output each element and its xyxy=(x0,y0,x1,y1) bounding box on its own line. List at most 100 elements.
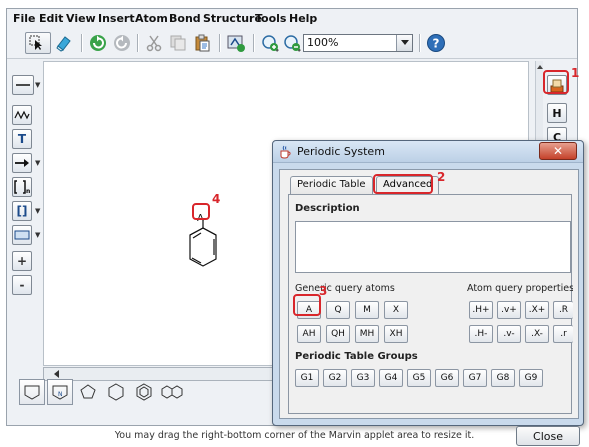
template-pentagon-down[interactable] xyxy=(19,379,45,405)
cut-button[interactable] xyxy=(143,32,165,54)
group-g5[interactable]: G5 xyxy=(407,369,431,387)
menu-bond[interactable]: Bond xyxy=(169,12,201,25)
query-atom-ah[interactable]: AH xyxy=(297,325,321,343)
zoom-in-button[interactable] xyxy=(259,32,281,54)
template-pentagon-n[interactable]: N xyxy=(47,379,73,405)
query-atom-m-label: M xyxy=(363,305,371,315)
clean-2d-button[interactable] xyxy=(225,32,247,54)
query-atom-m[interactable]: M xyxy=(355,301,379,319)
group-g2[interactable]: G2 xyxy=(323,369,347,387)
eraser-button[interactable] xyxy=(53,32,75,54)
zoom-in-icon xyxy=(262,35,279,52)
text-tool[interactable]: T xyxy=(12,129,32,149)
template-naphthalene[interactable] xyxy=(159,379,185,405)
query-prop-r[interactable]: .R xyxy=(553,301,573,319)
group-g8-label: G8 xyxy=(496,373,510,383)
hexagon-icon xyxy=(108,383,124,401)
redo-button[interactable] xyxy=(111,32,133,54)
description-label: Description xyxy=(295,203,360,214)
zoom-out-button[interactable] xyxy=(281,32,303,54)
single-bond-tool[interactable] xyxy=(12,75,34,95)
undo-icon xyxy=(90,35,106,51)
menu-view[interactable]: View xyxy=(66,12,96,25)
description-box xyxy=(295,221,571,273)
redo-icon xyxy=(114,35,130,51)
query-atom-x-label: X xyxy=(392,305,400,315)
reaction-arrow-tool[interactable] xyxy=(12,153,32,173)
menu-atom[interactable]: Atom xyxy=(135,12,168,25)
group-g4[interactable]: G4 xyxy=(379,369,403,387)
group-g6[interactable]: G6 xyxy=(435,369,459,387)
query-atom-ah-label: AH xyxy=(302,329,316,339)
decrease-charge-button[interactable]: - xyxy=(12,275,32,295)
group-g6-label: G6 xyxy=(440,373,454,383)
sgroup-bracket-tool[interactable]: n xyxy=(12,177,32,197)
scissors-icon xyxy=(146,35,162,52)
close-icon[interactable]: ✕ xyxy=(539,142,577,160)
java-cup-icon xyxy=(280,145,291,159)
menu-edit[interactable]: Edit xyxy=(39,12,63,25)
dialog-title-bar[interactable]: Periodic System ✕ xyxy=(273,141,583,163)
menu-help[interactable]: Help xyxy=(289,12,317,25)
group-g1-label: G1 xyxy=(300,373,314,383)
naphthalene-icon xyxy=(161,385,183,399)
query-atom-xh[interactable]: XH xyxy=(384,325,408,343)
chevron-down-icon[interactable]: ▼ xyxy=(35,231,40,239)
select-tool-button[interactable] xyxy=(25,32,51,54)
rectangle-icon xyxy=(14,230,30,240)
tab-periodic-table[interactable]: Periodic Table xyxy=(290,176,373,194)
query-prop-r-small[interactable]: .r xyxy=(553,325,573,343)
clean-structure-icon xyxy=(227,35,245,52)
group-g9[interactable]: G9 xyxy=(519,369,543,387)
h-atom-label: H xyxy=(552,106,562,120)
help-button[interactable]: ? xyxy=(425,32,447,54)
chain-tool[interactable] xyxy=(12,105,32,125)
query-atom-q[interactable]: Q xyxy=(326,301,350,319)
menu-file[interactable]: File xyxy=(13,12,36,25)
callout-box-3 xyxy=(293,294,321,316)
zoom-value: 100% xyxy=(307,36,339,49)
query-atom-mh[interactable]: MH xyxy=(355,325,379,343)
query-prop-v-minus-label: .v- xyxy=(503,329,515,339)
query-prop-x-plus[interactable]: .X+ xyxy=(525,301,549,319)
query-prop-x-minus[interactable]: .X- xyxy=(525,325,549,343)
group-g3[interactable]: G3 xyxy=(351,369,375,387)
menu-tools[interactable]: Tools xyxy=(255,12,286,25)
h-atom-button[interactable]: H xyxy=(547,103,567,123)
zoom-select[interactable]: 100% xyxy=(303,34,413,52)
group-g1[interactable]: G1 xyxy=(295,369,319,387)
group-g3-label: G3 xyxy=(356,373,370,383)
undo-button[interactable] xyxy=(87,32,109,54)
query-prop-h-plus[interactable]: .H+ xyxy=(469,301,493,319)
query-prop-v-plus[interactable]: .v+ xyxy=(497,301,521,319)
callout-box-2 xyxy=(373,174,433,194)
chain-icon xyxy=(14,110,30,120)
rectangle-tool[interactable] xyxy=(12,225,32,245)
group-g8[interactable]: G8 xyxy=(491,369,515,387)
menu-structure[interactable]: Structure xyxy=(203,12,262,25)
template-cyclopentane[interactable] xyxy=(75,379,101,405)
group-g7[interactable]: G7 xyxy=(463,369,487,387)
group-g5-label: G5 xyxy=(412,373,426,383)
template-toolbar: N xyxy=(19,377,239,407)
bracket-tool[interactable]: [] xyxy=(12,201,32,221)
increase-charge-button[interactable]: + xyxy=(12,251,32,271)
query-prop-r-small-label: .r xyxy=(560,329,567,339)
template-cyclohexane[interactable] xyxy=(103,379,129,405)
query-prop-v-minus[interactable]: .v- xyxy=(497,325,521,343)
chevron-down-icon[interactable] xyxy=(396,35,412,51)
arrow-right-icon xyxy=(15,159,29,167)
bracket-icon: [] xyxy=(16,204,28,218)
copy-button[interactable] xyxy=(167,32,189,54)
query-atom-x[interactable]: X xyxy=(384,301,408,319)
paste-icon xyxy=(195,34,210,52)
query-prop-h-minus[interactable]: .H- xyxy=(469,325,493,343)
template-benzene[interactable] xyxy=(131,379,157,405)
chevron-down-icon[interactable]: ▼ xyxy=(35,159,40,167)
chevron-down-icon[interactable]: ▼ xyxy=(35,81,40,89)
menu-insert[interactable]: Insert xyxy=(98,12,135,25)
advanced-panel: Description Generic query atoms Atom que… xyxy=(288,194,573,414)
paste-button[interactable] xyxy=(191,32,213,54)
query-atom-qh[interactable]: QH xyxy=(326,325,350,343)
chevron-down-icon[interactable]: ▼ xyxy=(35,207,40,215)
